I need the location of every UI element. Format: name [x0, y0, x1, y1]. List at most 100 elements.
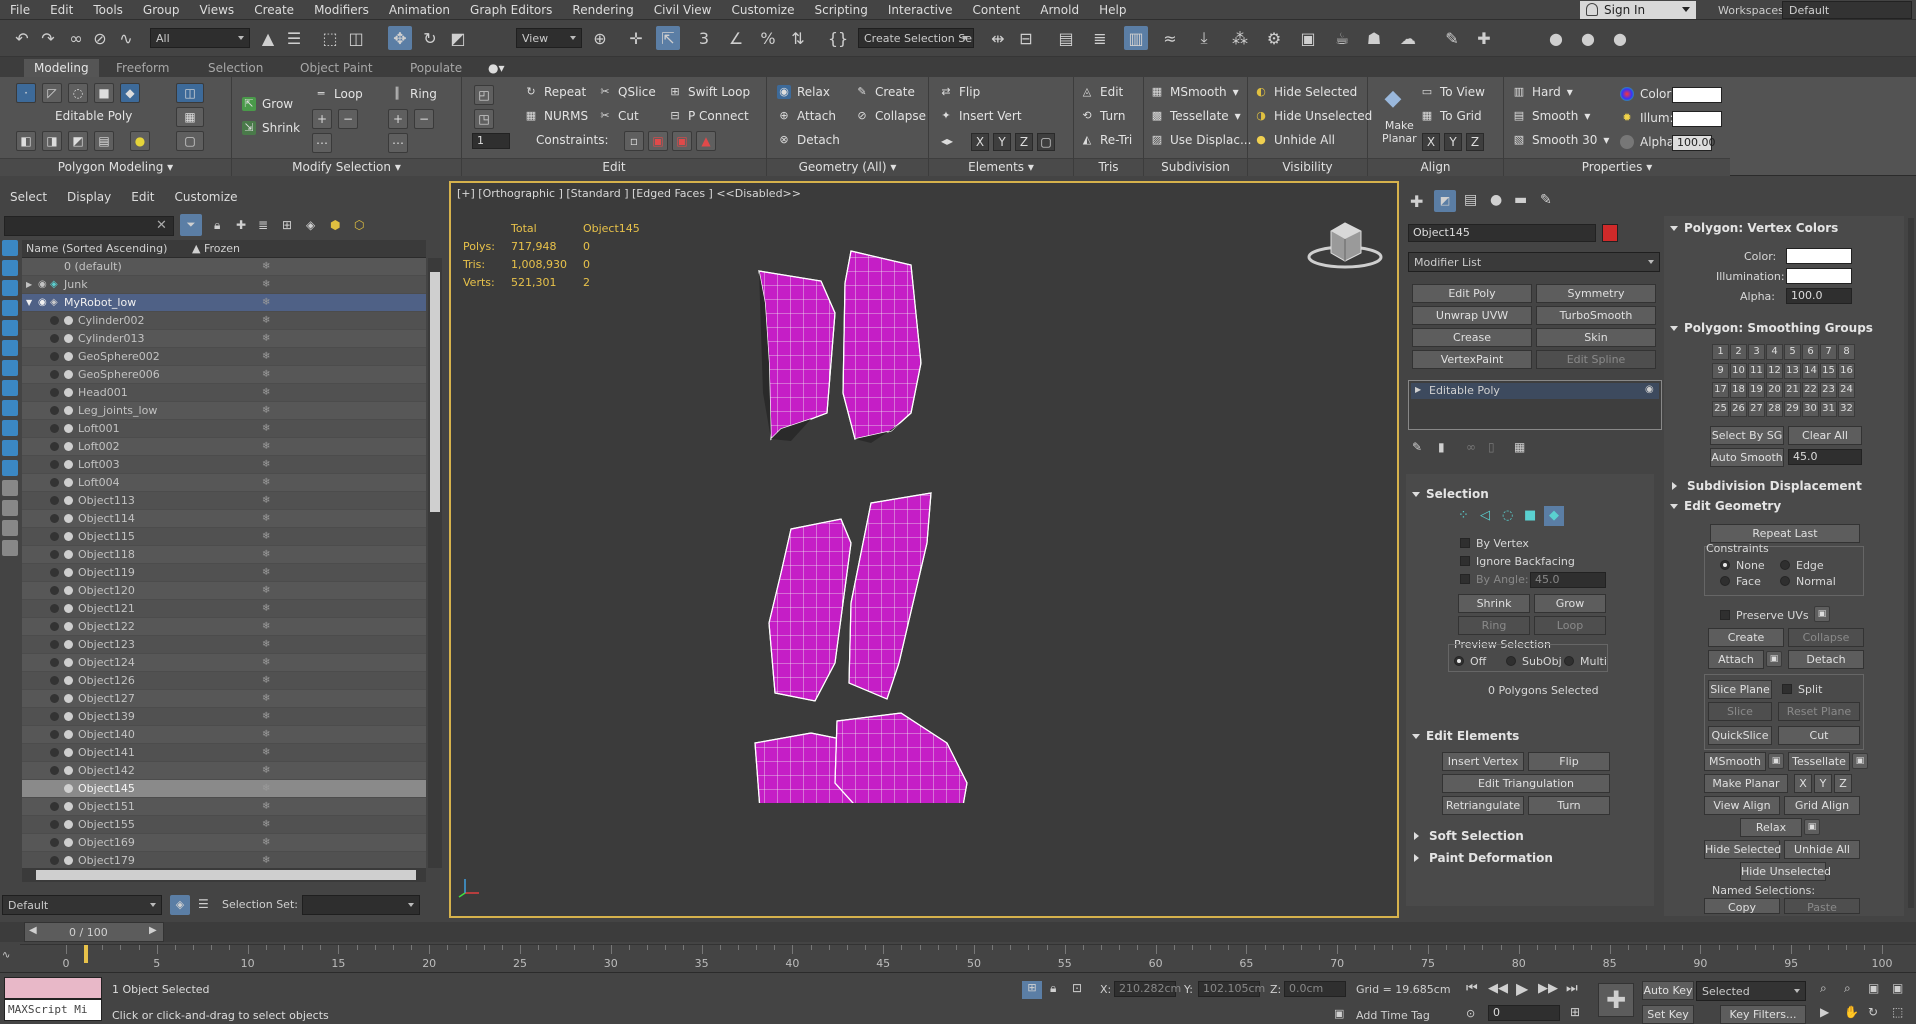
side-tool-icon-10[interactable]: [2, 420, 18, 436]
workspaces-dropdown[interactable]: Default: [1782, 1, 1912, 19]
frozen-icon[interactable]: ❄: [262, 405, 270, 416]
select-manipulate-icon[interactable]: ✛: [624, 26, 648, 50]
turn-button[interactable]: Turn: [1528, 796, 1610, 815]
hard-button[interactable]: ▥ Hard ▾: [1512, 85, 1573, 99]
pin-stack-icon[interactable]: ✎: [1412, 440, 1422, 454]
frozen-icon[interactable]: ❄: [262, 747, 270, 758]
tessellate-button[interactable]: Tessellate: [1788, 752, 1850, 771]
preview-multi-radio[interactable]: [1564, 656, 1574, 666]
hide-unselected-button[interactable]: ◑ Hide Unselected: [1254, 109, 1372, 123]
absolute-mode-icon[interactable]: ⊡: [1072, 981, 1082, 995]
edge-mode-icon[interactable]: ◸: [42, 83, 62, 103]
scene-list-item[interactable]: 0 (default) ❄: [22, 258, 426, 276]
frozen-icon[interactable]: ❄: [262, 657, 270, 668]
modifier-stack-icon-2[interactable]: ◨: [42, 131, 62, 151]
create-button[interactable]: ✎ Create: [855, 85, 914, 99]
turbosmooth-button[interactable]: TurboSmooth: [1536, 306, 1656, 325]
side-tool-icon-5[interactable]: [2, 320, 18, 336]
frozen-icon[interactable]: ❄: [262, 279, 270, 290]
use-displacement-button[interactable]: ▨ Use Displac...: [1150, 133, 1252, 147]
select-by-sg-button[interactable]: Select By SG: [1710, 426, 1784, 445]
edit-spline-button[interactable]: Edit Spline: [1536, 350, 1656, 369]
zoom-all-icon[interactable]: ⌕: [1844, 981, 1851, 996]
layers-icon[interactable]: ◈: [306, 218, 315, 232]
skin-button[interactable]: Skin: [1536, 328, 1656, 347]
elements-z-button[interactable]: Z: [1015, 133, 1033, 151]
frozen-icon[interactable]: ❄: [262, 729, 270, 740]
scene-list-item[interactable]: Object113 ❄: [22, 492, 426, 510]
menu-create[interactable]: Create: [244, 3, 304, 17]
vertex-subobj-icon[interactable]: ⁘: [1458, 508, 1469, 523]
visibility-eye-icon[interactable]: ◉: [38, 297, 47, 308]
show-end-result-icon[interactable]: ●: [130, 131, 150, 151]
menu-graph-editors[interactable]: Graph Editors: [460, 3, 562, 17]
material-editor-icon[interactable]: ⁂: [1228, 26, 1252, 50]
frozen-icon[interactable]: ❄: [262, 423, 270, 434]
turn-button[interactable]: ⟲ Turn: [1080, 109, 1125, 123]
border-subobj-icon[interactable]: ◌: [1502, 508, 1513, 523]
scene-list-item[interactable]: Object115 ❄: [22, 528, 426, 546]
scene-list-item[interactable]: Head001 ❄: [22, 384, 426, 402]
visibility-eye-icon[interactable]: [50, 838, 59, 847]
scene-list-item[interactable]: Cylinder013 ❄: [22, 330, 426, 348]
relax-settings-icon[interactable]: ▣: [1804, 819, 1820, 835]
rollout-selection[interactable]: Selection: [1406, 484, 1654, 504]
smoothing-group-button[interactable]: 11: [1748, 363, 1765, 379]
vc-illumination-swatch[interactable]: [1786, 268, 1852, 284]
scene-list-item[interactable]: Loft003 ❄: [22, 456, 426, 474]
vertex-color-swatch[interactable]: [1672, 87, 1722, 103]
snaps-toggle-icon[interactable]: 3: [692, 26, 716, 50]
maxscript-mini-listener[interactable]: MAXScript Mi: [4, 999, 102, 1021]
element-mode-icon[interactable]: ◆: [120, 83, 140, 103]
collapse-stack-icon[interactable]: ▦: [176, 107, 204, 127]
expand-arrow-icon[interactable]: ▼: [26, 298, 32, 307]
visibility-eye-icon[interactable]: [50, 424, 59, 433]
constraint-face-icon[interactable]: ▣: [672, 131, 692, 151]
flip-button[interactable]: Flip: [1528, 752, 1610, 771]
render-iterative-icon[interactable]: ☗: [1362, 26, 1386, 50]
smoothing-group-button[interactable]: 4: [1766, 344, 1783, 360]
time-prev-icon[interactable]: ◀: [29, 925, 37, 936]
vertexpaint-button[interactable]: VertexPaint: [1412, 350, 1532, 369]
configure-icon[interactable]: ▢: [176, 131, 204, 151]
link-icon[interactable]: ∞: [64, 26, 88, 50]
visibility-eye-icon[interactable]: [50, 406, 59, 415]
modifier-stack-icon-3[interactable]: ◩: [68, 131, 88, 151]
smooth-button[interactable]: ▤ Smooth ▾: [1512, 109, 1591, 123]
scene-list-item[interactable]: Object151 ❄: [22, 798, 426, 816]
create-tab-icon[interactable]: ✚: [1410, 192, 1423, 211]
timeline-track[interactable]: 0 5 10 15 20 25 30 35 40 45 50 55 60 65 70 75 80 85 90 95 10…: [20, 944, 1916, 971]
edge-subobj-icon[interactable]: ◁: [1480, 508, 1490, 523]
hide-selected-button[interactable]: Hide Selected: [1704, 840, 1781, 859]
scene-list-item[interactable]: Object179 ❄: [22, 852, 426, 868]
scene-list-item[interactable]: Object126 ❄: [22, 672, 426, 690]
object-name-field[interactable]: Object145: [1408, 224, 1596, 242]
smoothing-group-button[interactable]: 7: [1820, 344, 1837, 360]
zoom-icon[interactable]: ⌕: [1820, 981, 1827, 996]
visibility-eye-icon[interactable]: [50, 514, 59, 523]
tab-freeform[interactable]: Freeform: [106, 59, 179, 77]
grow-button[interactable]: Grow: [1534, 594, 1606, 613]
vc-alpha-spinner[interactable]: 100.0: [1786, 288, 1852, 304]
smoothing-group-button[interactable]: 24: [1838, 382, 1855, 398]
illum-color-swatch[interactable]: [1672, 111, 1722, 127]
smoothing-group-button[interactable]: 32: [1838, 401, 1855, 417]
relax-button[interactable]: Relax: [1740, 818, 1802, 837]
alpha-spinner[interactable]: 100.00: [1672, 135, 1716, 151]
scene-list-item[interactable]: Object140 ❄: [22, 726, 426, 744]
frozen-icon[interactable]: ❄: [262, 261, 270, 272]
scene-list-item[interactable]: Loft004 ❄: [22, 474, 426, 492]
constraint-edge-radio[interactable]: [1780, 560, 1790, 570]
next-frame-icon[interactable]: ▶▶: [1538, 981, 1558, 996]
set-key-button[interactable]: Set Key: [1642, 1005, 1694, 1024]
visibility-eye-icon[interactable]: [50, 550, 59, 559]
grow-button[interactable]: ⇱ Grow: [242, 97, 293, 111]
side-tool-icon-12[interactable]: [2, 460, 18, 476]
curve-editor-mini-icon[interactable]: ∿: [2, 950, 10, 961]
scene-explorer-toggle-icon[interactable]: ▤: [1054, 26, 1078, 50]
smoothing-group-button[interactable]: 21: [1784, 382, 1801, 398]
side-tool-icon-9[interactable]: [2, 400, 18, 416]
modifier-stack-icon-4[interactable]: ▤: [94, 131, 114, 151]
quickslice-button[interactable]: QuickSlice: [1708, 726, 1772, 745]
ring-button[interactable]: Ring: [1458, 616, 1530, 635]
